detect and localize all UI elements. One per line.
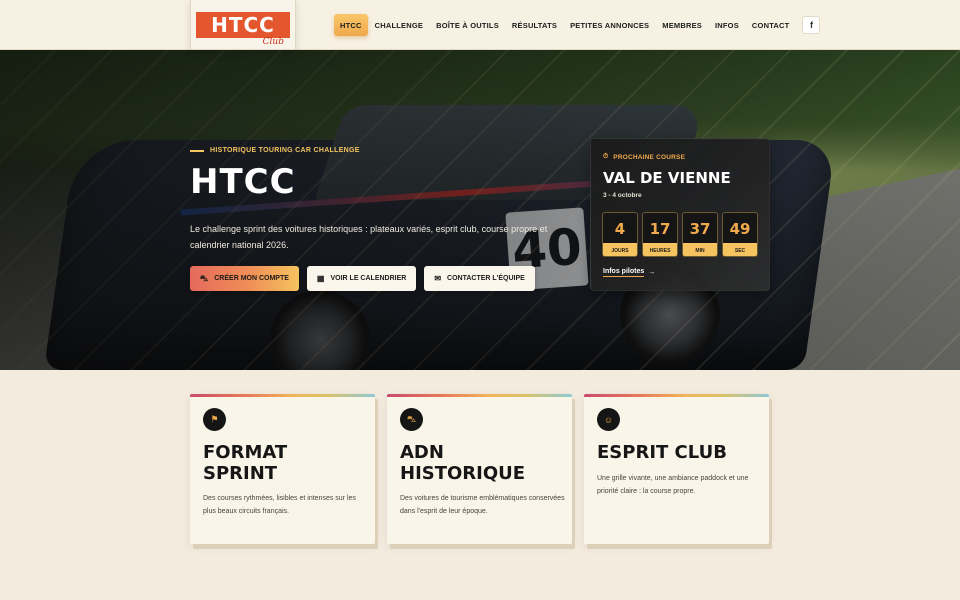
countdown-seconds: 49 SEC	[722, 212, 758, 257]
countdown-minutes-value: 37	[689, 220, 711, 238]
card-accent-stripe	[190, 394, 375, 397]
nav-item-htcc[interactable]: HTCC	[334, 14, 368, 36]
countdown-seconds-value: 49	[729, 220, 751, 238]
hero-description: Le challenge sprint des voitures histori…	[190, 224, 548, 250]
nav-item-infos[interactable]: Infos	[709, 14, 745, 36]
logo-script: Club	[262, 36, 284, 47]
feature-description: Des voitures de tourisme emblématiques c…	[400, 495, 565, 515]
pilot-info-link-text: Infos pilotes	[603, 268, 645, 277]
contact-team-label: CONTACTER L'ÉQUIPE	[447, 275, 525, 282]
next-race-date: 3 - 4 octobre	[603, 192, 642, 199]
create-account-label: CRÉER MON COMPTE	[214, 275, 289, 282]
countdown-hours-value: 17	[649, 220, 671, 238]
countdown-days-value: 4	[614, 220, 626, 238]
feature-title: FORMAT SPRINT	[203, 442, 288, 484]
countdown-hours-label: HEURES	[649, 248, 671, 254]
feature-description: Des courses rythmées, lisibles et intens…	[203, 495, 356, 515]
features-section: ⚑ FORMAT SPRINT Des courses rythmées, li…	[190, 394, 769, 544]
next-race-kicker: ⏱ PROCHAINE COURSE	[603, 153, 685, 161]
view-calendar-button[interactable]: ▦ VOIR LE CALENDRIER	[306, 266, 417, 291]
countdown-minutes-label: MIN	[695, 248, 705, 254]
logo-plate: HTCC Club	[196, 11, 290, 47]
car-icon: ⛍	[200, 273, 209, 283]
feature-title: ESPRIT CLUB	[597, 442, 727, 463]
hero-section: 40 HISTORIQUE TOURING CAR CHALLENGE HTCC…	[0, 50, 960, 370]
arrow-right-icon: →	[648, 269, 656, 276]
card-accent-stripe	[387, 394, 572, 397]
nav-item-contact[interactable]: Contact	[746, 14, 796, 36]
community-icon: ☺	[597, 408, 620, 431]
nav-item-challenge[interactable]: Challenge	[369, 14, 429, 36]
countdown-seconds-label: SEC	[734, 248, 746, 254]
countdown-minutes: 37 MIN	[682, 212, 718, 257]
hero-eyebrow: HISTORIQUE TOURING CAR CHALLENGE	[190, 147, 360, 154]
nav-item-resultats[interactable]: Résultats	[506, 14, 563, 36]
main-nav: HTCC Challenge Boîte à outils Résultats …	[334, 14, 821, 36]
feature-title: ADN HISTORIQUE	[400, 442, 526, 484]
flag-icon: ⚑	[203, 408, 226, 431]
view-calendar-label: VOIR LE CALENDRIER	[330, 275, 407, 282]
next-race-kicker-text: PROCHAINE COURSE	[613, 153, 686, 161]
hero-overlay	[0, 50, 960, 370]
nav-item-boite-a-outils[interactable]: Boîte à outils	[430, 14, 505, 36]
countdown-hours: 17 HEURES	[642, 212, 678, 257]
logo-text: HTCC	[211, 12, 275, 37]
site-header: HTCC Club HTCC Challenge Boîte à outils …	[0, 0, 960, 50]
create-account-button[interactable]: ⛍ CRÉER MON COMPTE	[190, 266, 299, 291]
next-race-name: VAL DE VIENNE	[603, 169, 731, 187]
hero-actions: ⛍ CRÉER MON COMPTE ▦ VOIR LE CALENDRIER …	[190, 266, 535, 291]
feature-card-adn-historique: ⛍ ADN HISTORIQUE Des voitures de tourism…	[387, 394, 572, 544]
contact-team-button[interactable]: ✉ CONTACTER L'ÉQUIPE	[424, 266, 535, 291]
mail-icon: ✉	[434, 273, 442, 283]
feature-description: Une grille vivante, une ambiance paddock…	[597, 475, 749, 495]
countdown-days: 4 JOURS	[602, 212, 638, 257]
nav-item-membres[interactable]: Membres	[656, 14, 708, 36]
feature-card-esprit-club: ☺ ESPRIT CLUB Une grille vivante, une am…	[584, 394, 769, 544]
pilot-info-link[interactable]: Infos pilotes →	[603, 268, 655, 277]
site-logo[interactable]: HTCC Club	[190, 0, 296, 50]
eyebrow-line	[190, 149, 204, 152]
facebook-icon[interactable]: f	[802, 16, 821, 34]
hero-title: HTCC	[190, 162, 296, 202]
car-icon: ⛍	[400, 408, 423, 431]
stopwatch-icon: ⏱	[603, 153, 609, 160]
nav-item-petites-annonces[interactable]: Petites annonces	[564, 14, 655, 36]
countdown: 4 JOURS 17 HEURES 37 MIN 49 SEC	[602, 212, 758, 257]
calendar-icon: ▦	[316, 273, 325, 283]
hero-eyebrow-text: HISTORIQUE TOURING CAR CHALLENGE	[210, 147, 360, 154]
card-accent-stripe	[584, 394, 769, 397]
feature-card-format-sprint: ⚑ FORMAT SPRINT Des courses rythmées, li…	[190, 394, 375, 544]
countdown-days-label: JOURS	[611, 248, 629, 254]
next-race-card: ⏱ PROCHAINE COURSE VAL DE VIENNE 3 - 4 o…	[590, 138, 770, 291]
